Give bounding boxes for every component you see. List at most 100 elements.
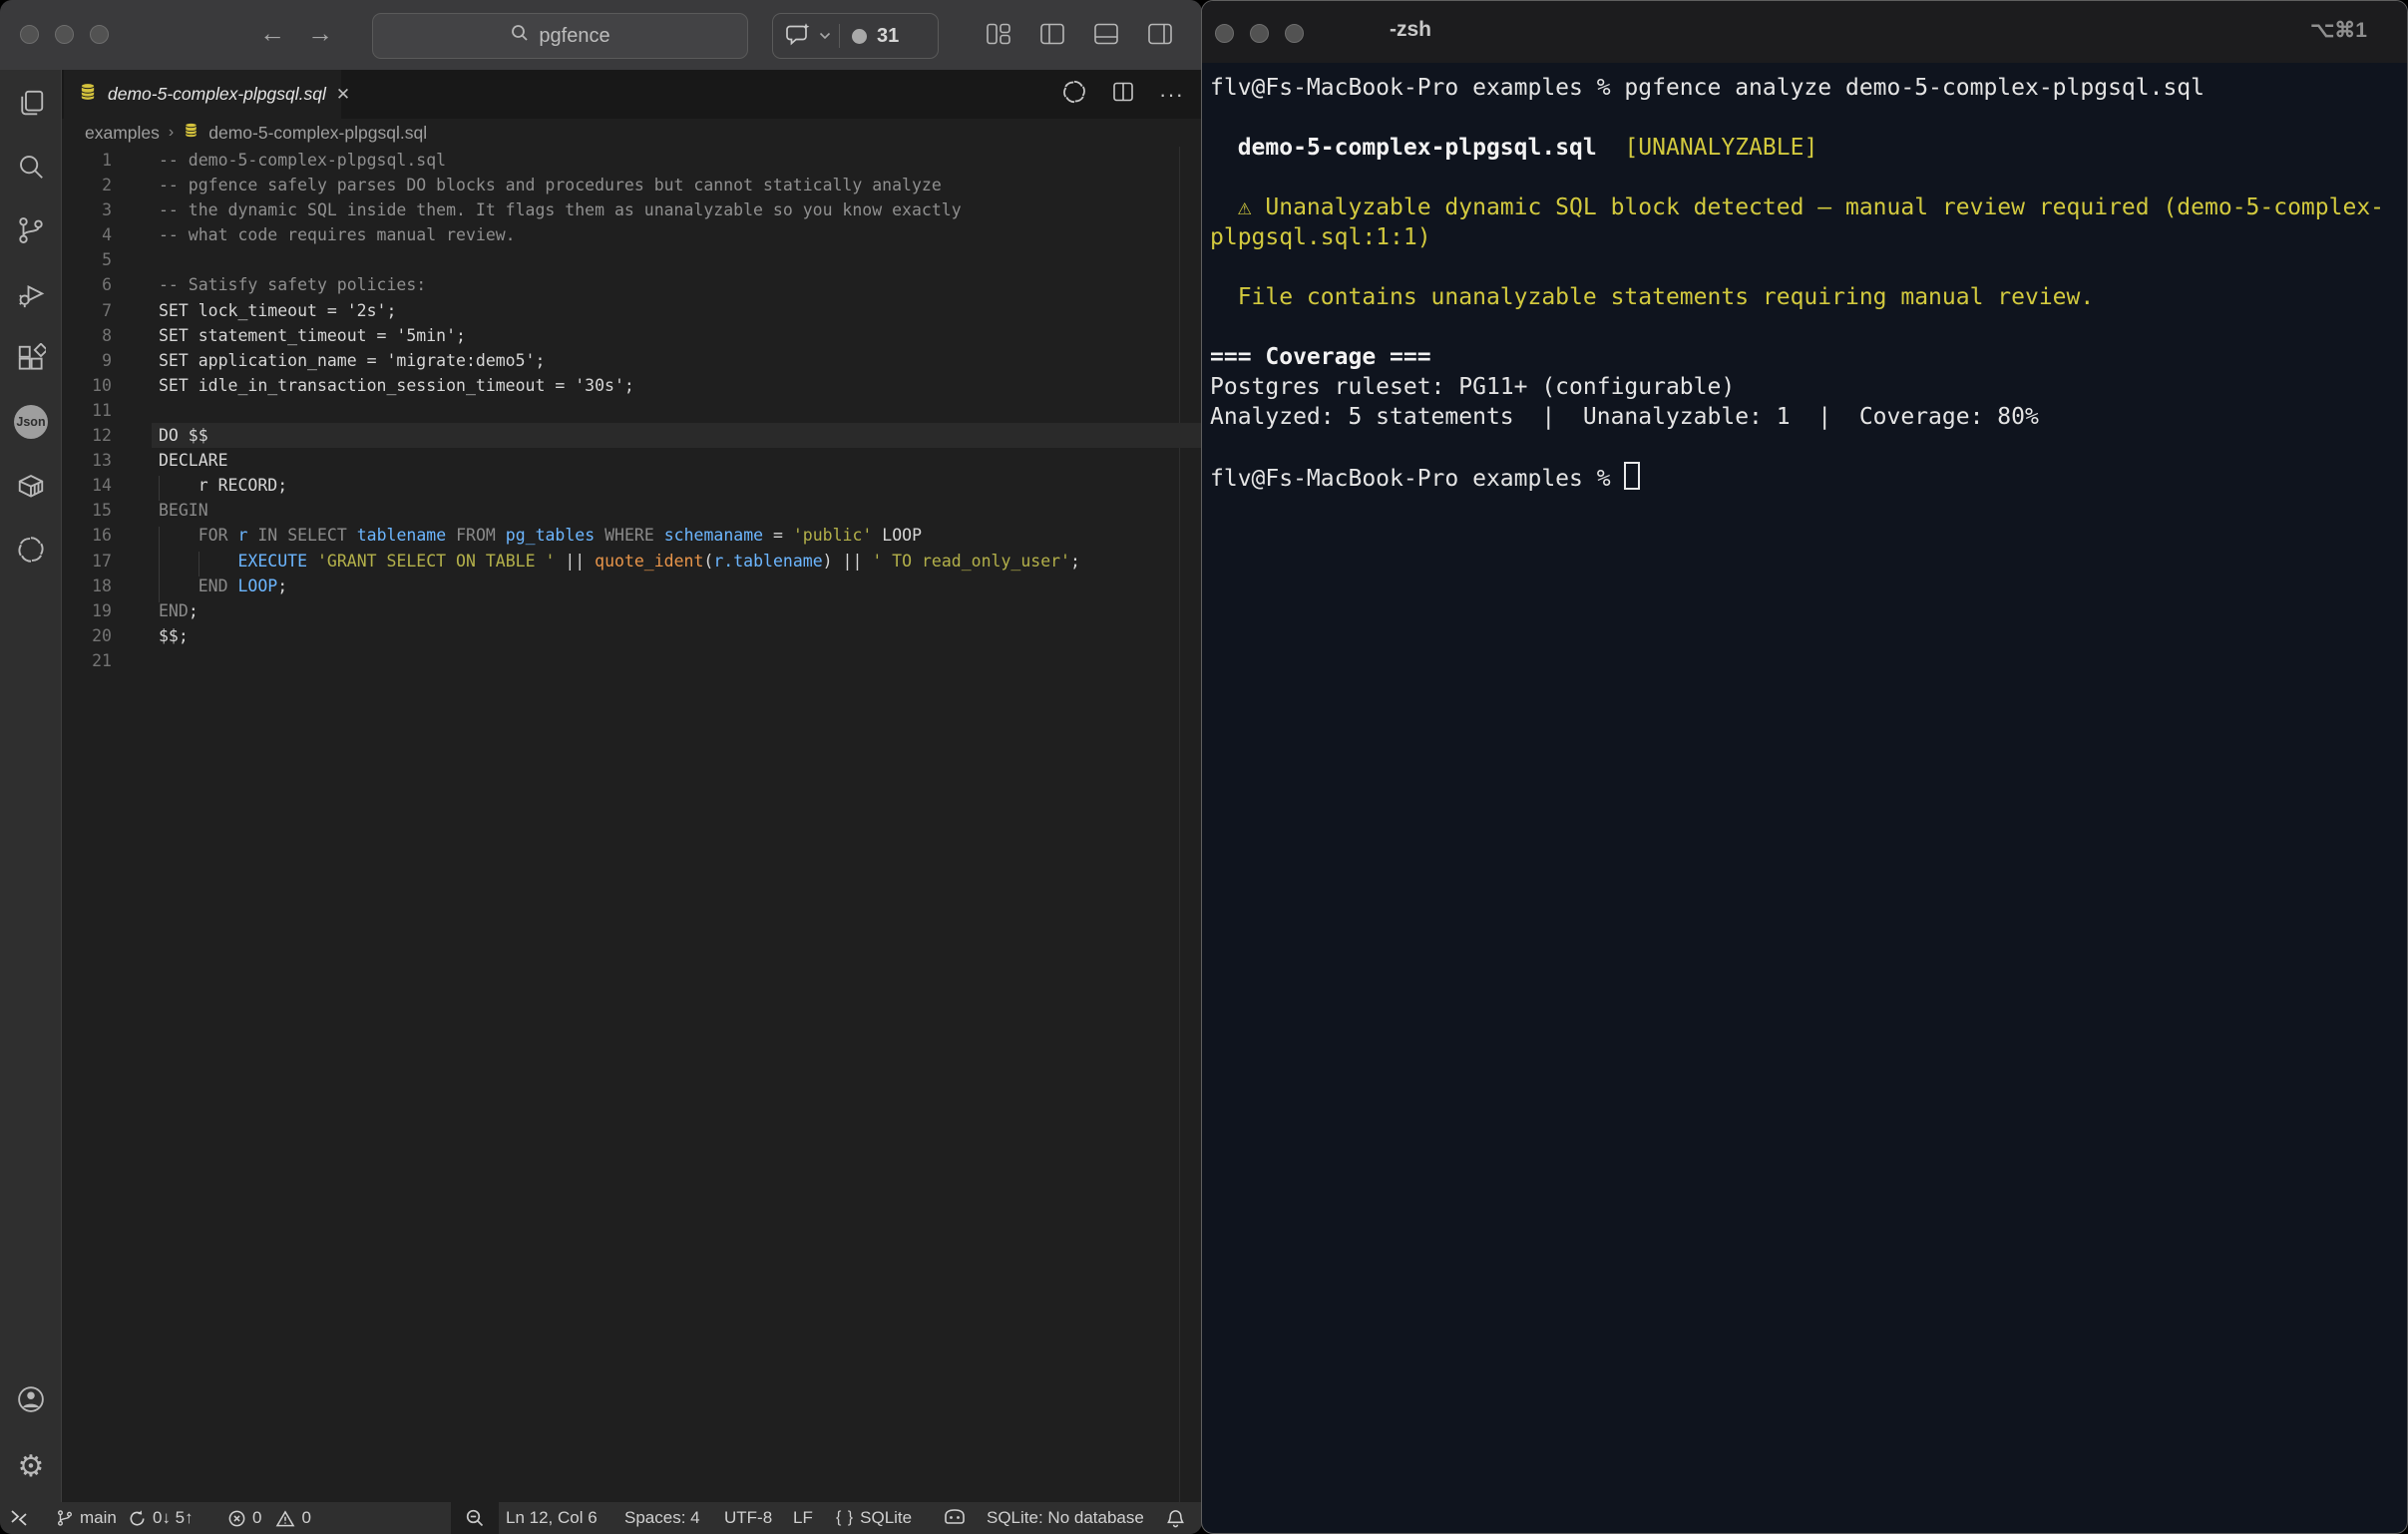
line-number: 19	[62, 598, 112, 623]
code-line[interactable]: 20$$;	[62, 623, 1202, 648]
terminal-row: File contains unanalyzable statements re…	[1210, 282, 2403, 312]
terminal-row	[1210, 103, 2403, 133]
sidebar-item-source-control[interactable]	[0, 204, 62, 256]
code-line[interactable]: 14 r RECORD;	[62, 473, 1202, 498]
tab-demo-5-complex-plpgsql[interactable]: demo-5-complex-plpgsql.sql ✕	[64, 70, 341, 119]
code-line[interactable]: 16 FOR r IN SELECT tablename FROM pg_tab…	[62, 523, 1202, 548]
line-number: 5	[62, 247, 112, 272]
sidebar-item-json-extension[interactable]: Json	[0, 396, 62, 448]
minimize-button[interactable]	[1250, 24, 1269, 43]
line-number: 16	[62, 523, 112, 548]
search-icon	[510, 23, 530, 49]
back-button[interactable]: ←	[259, 18, 285, 49]
code-line[interactable]: 6-- Satisfy safety policies:	[62, 272, 1202, 297]
code-line[interactable]: 19END;	[62, 598, 1202, 623]
terminal-title-bar: -zsh ⌥⌘1	[1202, 1, 2407, 63]
indentation-status[interactable]: Spaces: 4	[624, 1502, 700, 1534]
copilot-status-icon[interactable]	[943, 1502, 967, 1534]
breadcrumb[interactable]: examples › demo-5-complex-plpgsql.sql	[62, 119, 1202, 147]
code-line[interactable]: 4-- what code requires manual review.	[62, 222, 1202, 247]
zoom-button[interactable]	[1285, 24, 1304, 43]
code-line[interactable]: 11	[62, 398, 1202, 423]
braces-icon: { }	[836, 1509, 854, 1527]
sidebar-item-explorer[interactable]	[0, 77, 62, 129]
code-line[interactable]: 5	[62, 247, 1202, 272]
zoom-out-status[interactable]	[451, 1502, 499, 1534]
customize-layout-icon[interactable]	[986, 22, 1011, 46]
line-number: 10	[62, 373, 112, 398]
zoom-button[interactable]	[90, 25, 109, 44]
line-number: 3	[62, 197, 112, 222]
traffic-lights	[20, 25, 109, 44]
breadcrumb-file[interactable]: demo-5-complex-plpgsql.sql	[208, 123, 427, 144]
close-button[interactable]	[20, 25, 39, 44]
sidebar-item-openai[interactable]	[0, 524, 62, 575]
code-line[interactable]: 7SET lock_timeout = '2s';	[62, 298, 1202, 323]
terminal-row	[1210, 252, 2403, 282]
copilot-usage-count[interactable]: 31	[877, 25, 899, 48]
tab-close-icon[interactable]: ✕	[336, 85, 350, 105]
code-line[interactable]: 9SET application_name = 'migrate:demo5';	[62, 348, 1202, 373]
sidebar-item-containers[interactable]	[0, 460, 62, 512]
activity-bar: Json	[0, 70, 62, 1502]
branch-name: main	[80, 1508, 117, 1528]
tab-bar: demo-5-complex-plpgsql.sql ✕	[62, 70, 1202, 119]
close-button[interactable]	[1215, 24, 1234, 43]
code-line[interactable]: 21	[62, 648, 1202, 673]
terminal-row: === Coverage ===	[1210, 342, 2403, 372]
openai-icon[interactable]	[1061, 79, 1087, 110]
code-line[interactable]: 13DECLARE	[62, 448, 1202, 473]
language-mode[interactable]: { } SQLite	[836, 1502, 912, 1534]
line-number: 17	[62, 549, 112, 574]
sidebar-item-search[interactable]	[0, 141, 62, 192]
json-badge-icon: Json	[14, 405, 48, 439]
minimize-button[interactable]	[55, 25, 74, 44]
cursor-position[interactable]: Ln 12, Col 6	[506, 1502, 598, 1534]
sql-file-icon	[78, 82, 98, 107]
encoding-status[interactable]: UTF-8	[724, 1502, 772, 1534]
code-line[interactable]: 8SET statement_timeout = '5min';	[62, 323, 1202, 348]
problems-status[interactable]: 0 0	[227, 1502, 311, 1534]
terminal-window: -zsh ⌥⌘1 flv@Fs-MacBook-Pro examples % p…	[1201, 0, 2408, 1534]
sqlite-database-status[interactable]: SQLite: No database	[987, 1502, 1144, 1534]
line-number: 18	[62, 574, 112, 598]
code-line[interactable]: 1-- demo-5-complex-plpgsql.sql	[62, 148, 1202, 173]
code-line[interactable]: 12DO $$	[62, 423, 1202, 448]
copilot-chat-icon[interactable]	[785, 21, 812, 51]
git-branch-status[interactable]: main	[56, 1502, 117, 1534]
account-icon[interactable]	[0, 1373, 62, 1425]
breadcrumb-folder[interactable]: examples	[85, 123, 160, 144]
terminal-row: ⚠ Unanalyzable dynamic SQL block detecte…	[1210, 192, 2403, 222]
sync-status[interactable]: 0↓ 5↑	[128, 1502, 194, 1534]
line-number: 14	[62, 473, 112, 498]
split-editor-icon[interactable]	[1111, 80, 1135, 109]
copilot-pill[interactable]: 31	[772, 13, 939, 59]
settings-gear-icon[interactable]: ⚙	[0, 1440, 62, 1492]
code-editor[interactable]: 1-- demo-5-complex-plpgsql.sql2-- pgfenc…	[62, 147, 1202, 1502]
notifications-bell-icon[interactable]	[1165, 1502, 1186, 1534]
line-number: 8	[62, 323, 112, 348]
toggle-secondary-sidebar-icon[interactable]	[1147, 22, 1173, 46]
code-line[interactable]: 3-- the dynamic SQL inside them. It flag…	[62, 197, 1202, 222]
chevron-down-icon[interactable]	[819, 27, 831, 45]
terminal-row: Analyzed: 5 statements | Unanalyzable: 1…	[1210, 402, 2403, 432]
line-number: 9	[62, 348, 112, 373]
code-line[interactable]: 17 EXECUTE 'GRANT SELECT ON TABLE ' || q…	[62, 549, 1202, 574]
terminal-shortcut-badge: ⌥⌘1	[2310, 18, 2367, 43]
toggle-panel-icon[interactable]	[1093, 22, 1119, 46]
code-line[interactable]: 2-- pgfence safely parses DO blocks and …	[62, 173, 1202, 197]
eol-status[interactable]: LF	[793, 1502, 813, 1534]
search-value: pgfence	[539, 25, 609, 48]
more-actions-icon[interactable]: ···	[1159, 82, 1184, 108]
remote-indicator[interactable]	[8, 1502, 30, 1534]
terminal-row	[1210, 432, 2403, 462]
code-line[interactable]: 15BEGIN	[62, 498, 1202, 523]
sidebar-item-extensions[interactable]	[0, 332, 62, 384]
code-line[interactable]: 18 END LOOP;	[62, 574, 1202, 598]
toggle-primary-sidebar-icon[interactable]	[1039, 22, 1065, 46]
command-center-search[interactable]: pgfence	[372, 13, 748, 59]
terminal-output[interactable]: flv@Fs-MacBook-Pro examples % pgfence an…	[1210, 73, 2403, 492]
code-line[interactable]: 10SET idle_in_transaction_session_timeou…	[62, 373, 1202, 398]
sidebar-item-run-debug[interactable]	[0, 268, 62, 320]
forward-button[interactable]: →	[307, 18, 333, 49]
